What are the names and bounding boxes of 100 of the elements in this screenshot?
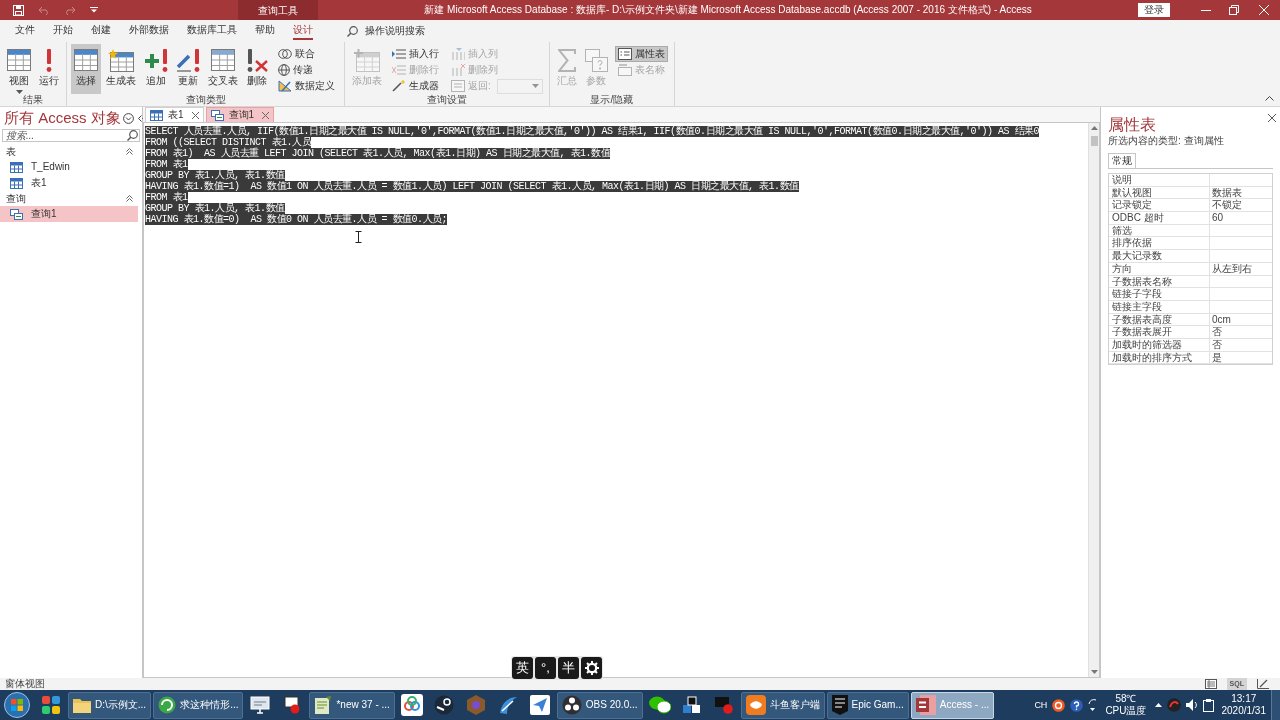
pencil-exclamation-icon <box>176 48 200 72</box>
swoosh-icon <box>497 695 518 715</box>
close-pane-button[interactable] <box>1268 114 1276 122</box>
monitor-icon <box>250 696 271 714</box>
ribbon-group-label: 查询设置 <box>426 94 467 106</box>
ribbon-group-label: 结果 <box>23 94 43 106</box>
wand-icon <box>392 80 406 92</box>
list-window-icon <box>617 48 632 60</box>
scrollbar-thumb[interactable] <box>1090 136 1098 146</box>
temperature-caption: CPU温度 <box>1105 705 1147 717</box>
hexagon-icon <box>465 695 486 715</box>
exclamation-icon <box>46 48 52 72</box>
overlapping-circles-icon <box>278 49 292 59</box>
search-icon <box>347 25 358 37</box>
close-icon <box>191 111 199 119</box>
close-tab-button[interactable] <box>262 111 270 119</box>
ribbon-tab[interactable]: 创建 <box>82 20 120 42</box>
restore-icon <box>1229 5 1239 15</box>
ribbon-tab[interactable]: 数据库工具 <box>178 20 246 42</box>
property-value-field[interactable]: 0cm <box>1210 313 1272 326</box>
ribbon-tab[interactable]: 设计 <box>284 20 322 42</box>
ribbon-button[interactable]: 运行 <box>36 44 62 94</box>
ribbon-group-label: 显示/隐藏 <box>590 94 634 106</box>
property-tab[interactable]: 常规 <box>1108 153 1136 168</box>
customize-caret-icon <box>90 7 98 13</box>
document-tab[interactable]: 表1 <box>145 107 204 122</box>
property-value-field[interactable]: 否 <box>1210 326 1272 339</box>
ribbon-tab[interactable]: 开始 <box>44 20 82 42</box>
dropdown-circle-icon <box>122 112 134 124</box>
property-value-field[interactable]: 60 <box>1210 212 1272 225</box>
ribbon-button[interactable]: 插入行 <box>389 46 442 62</box>
ime-button[interactable]: °, <box>535 657 556 679</box>
save-button[interactable] <box>11 2 26 18</box>
list-box-icon <box>451 80 465 92</box>
ribbon-button[interactable]: 属性表 <box>614 46 668 62</box>
globe-icon <box>278 64 290 76</box>
nav-item[interactable]: 查询1 <box>0 206 138 222</box>
ribbon-button[interactable]: 视图 <box>4 44 34 94</box>
ribbon-button[interactable]: 生成器 <box>389 78 442 94</box>
vertical-scrollbar[interactable] <box>1088 123 1099 677</box>
tri-circle-icon <box>561 695 582 715</box>
monitor-dot-icon <box>283 696 302 714</box>
ribbon-tab[interactable]: 文件 <box>6 20 44 42</box>
nav-group-header[interactable]: 表 <box>0 144 142 159</box>
grid-icon <box>7 49 31 71</box>
property-value-field[interactable]: 否 <box>1210 338 1272 351</box>
ribbon-button[interactable]: 数据定义 <box>275 78 338 94</box>
property-value-field[interactable]: 数据表 <box>1210 186 1272 199</box>
property-label: 排序依据 <box>1109 237 1210 250</box>
property-sheet-title: 属性表 <box>1108 115 1156 134</box>
document-tab[interactable]: 查询1 <box>205 107 275 122</box>
taskbar-button[interactable]: Epic Gam... <box>826 691 909 719</box>
ribbon-button[interactable]: 删除 <box>243 44 271 94</box>
stacked-tiles-icon <box>915 695 936 715</box>
ring-badge-icon <box>1052 698 1066 712</box>
start-button[interactable] <box>4 692 30 718</box>
clipboard-icon <box>1202 698 1214 712</box>
view-button[interactable] <box>1254 678 1272 690</box>
gear-icon <box>584 661 599 675</box>
property-value-field[interactable]: 不锁定 <box>1210 199 1272 212</box>
taskbar-button[interactable]: 斗鱼客户端 <box>740 691 825 719</box>
ribbon-button[interactable]: 传递 <box>275 62 338 78</box>
ribbon-button[interactable]: 更新 <box>173 44 203 94</box>
property-label: 链接子字段 <box>1109 288 1210 301</box>
taskbar-button[interactable]: D:\示例文... <box>68 691 152 719</box>
ribbon-button[interactable]: 选择 <box>71 44 101 94</box>
ribbon-tab[interactable]: 帮助 <box>246 20 284 42</box>
search-icon <box>127 130 138 141</box>
sign-in-button[interactable]: 登录 <box>1138 3 1170 17</box>
nav-item[interactable]: T_Edwin <box>0 159 138 175</box>
property-value-field[interactable]: 是 <box>1210 351 1272 364</box>
tell-me-search-field[interactable]: 操作说明搜索 <box>365 25 445 37</box>
close-icon <box>262 111 270 119</box>
ribbon-button[interactable]: 生成表 <box>103 44 139 94</box>
ribbon-button[interactable]: 交叉表 <box>205 44 241 94</box>
show-hidden-icons-icon <box>1154 703 1162 707</box>
taskbar-button[interactable]: 求这种情形... <box>153 691 244 719</box>
taskbar-button[interactable]: OBS 20.0... <box>556 691 643 719</box>
save-icon <box>13 4 24 16</box>
property-value-field[interactable]: 从左到右 <box>1210 262 1272 275</box>
nav-group-header[interactable]: 查询 <box>0 191 142 206</box>
property-label: 记录锁定 <box>1109 199 1210 212</box>
collapse-ribbon-button[interactable] <box>1265 96 1274 101</box>
search-field[interactable]: 搜索... <box>2 129 140 142</box>
taskbar-button[interactable]: *new 37 - ... <box>309 691 395 719</box>
pane-menu-button[interactable] <box>122 112 134 124</box>
language-indicator[interactable]: CH <box>1034 699 1048 711</box>
ribbon-button[interactable]: 追加 <box>141 44 171 94</box>
selection-type-label: 所选内容的类型: 查询属性 <box>1108 135 1224 147</box>
ribbon-tab[interactable]: 外部数据 <box>120 20 178 42</box>
ime-settings-button[interactable] <box>581 657 602 679</box>
ribbon-button[interactable]: 联合 <box>275 46 338 62</box>
nav-item[interactable]: 表1 <box>0 175 138 191</box>
redo-icon <box>64 5 76 15</box>
ime-button[interactable]: 半 <box>558 657 579 679</box>
close-tab-button[interactable] <box>191 111 199 119</box>
ime-button[interactable]: 英 <box>512 657 533 679</box>
grid-icon <box>74 49 98 71</box>
undo-icon <box>38 5 50 15</box>
paper-plane-icon <box>529 695 550 715</box>
